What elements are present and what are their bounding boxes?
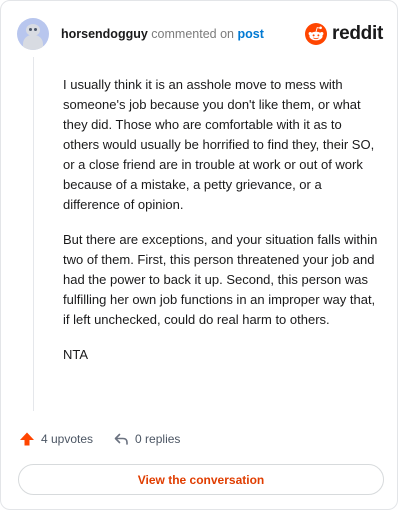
comment-actions: 4 upvotes 0 replies [19, 429, 200, 449]
upvote-button[interactable]: 4 upvotes [19, 431, 93, 447]
comment-paragraph: I usually think it is an asshole move to… [63, 77, 375, 212]
avatar-body [23, 35, 43, 50]
user-avatar[interactable] [17, 18, 49, 50]
comment-paragraph: But there are exceptions, and your situa… [63, 232, 378, 327]
replies-button[interactable]: 0 replies [113, 431, 180, 447]
comment-paragraph: NTA [63, 347, 89, 362]
avatar-eye-right [34, 28, 37, 31]
thread-line [33, 57, 34, 411]
reddit-logo[interactable]: reddit [305, 23, 383, 45]
reddit-snoo-logo-icon [305, 23, 328, 45]
post-link[interactable]: post [237, 27, 263, 41]
commented-on-text: commented on [151, 27, 234, 41]
upvote-arrow-icon [20, 432, 34, 446]
avatar-eye-left [29, 28, 32, 31]
comment-header: horsendogguy commented on post reddit [17, 17, 383, 51]
comment-meta: horsendogguy commented on post [61, 26, 264, 42]
reddit-comment-embed: horsendogguy commented on post reddit I … [0, 0, 398, 510]
reply-count: 0 replies [135, 432, 181, 446]
comment-body: I usually think it is an asshole move to… [63, 75, 381, 380]
reddit-wordmark: reddit [332, 23, 383, 44]
view-conversation-button[interactable]: View the conversation [18, 464, 384, 495]
upvote-count: 4 upvotes [41, 432, 94, 446]
username-link[interactable]: horsendogguy [61, 27, 148, 41]
reply-arrow-icon [114, 433, 128, 445]
